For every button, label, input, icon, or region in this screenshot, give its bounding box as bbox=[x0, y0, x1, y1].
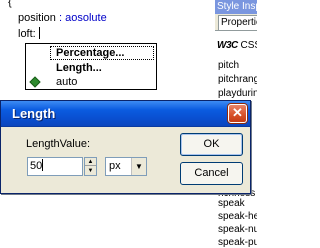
css-value-absolute: aosolute bbox=[65, 12, 107, 24]
spin-down-arrow-icon[interactable]: ▼ bbox=[85, 167, 96, 175]
suggest-item-length[interactable]: Length... bbox=[56, 61, 102, 75]
intellisense-dropdown[interactable]: Percentage... Length... auto bbox=[25, 43, 157, 90]
inspector-row-playduring[interactable]: playduring bbox=[218, 88, 257, 99]
length-value-input[interactable]: 50 bbox=[27, 157, 83, 176]
w3c-logo-icon: W3C bbox=[217, 40, 238, 51]
spin-up-arrow-icon[interactable]: ▲ bbox=[85, 158, 96, 166]
code-line-brace: { bbox=[8, 0, 12, 8]
text-caret bbox=[38, 27, 40, 39]
inspector-row-pitchrange[interactable]: pitchrange bbox=[218, 74, 257, 85]
length-value-label: LengthValue: bbox=[26, 138, 91, 150]
cancel-button[interactable]: Cancel bbox=[180, 162, 243, 185]
close-icon: ✕ bbox=[232, 105, 243, 120]
inspector-header: W3C CSS Lev bbox=[217, 40, 257, 51]
code-line-left: loft: bbox=[18, 27, 40, 40]
inspector-row-pitch[interactable]: pitch bbox=[218, 60, 239, 71]
dialog-titlebar[interactable]: Length ✕ bbox=[1, 101, 250, 127]
value-diamond-icon bbox=[29, 76, 41, 88]
dialog-body: LengthValue: 50 ▲ ▼ px ▼ OK Cancel bbox=[1, 128, 250, 194]
inspector-row-speak[interactable]: speak bbox=[218, 198, 245, 209]
css-level-label: CSS Lev bbox=[240, 40, 257, 51]
dialog-title: Length bbox=[12, 106, 56, 121]
inspector-row-speak-numeral[interactable]: speak-num bbox=[218, 224, 257, 235]
length-value-spinner[interactable]: ▲ ▼ bbox=[84, 157, 97, 176]
input-caret bbox=[42, 159, 44, 171]
length-value-text: 50 bbox=[30, 160, 43, 172]
inspector-row-speak-header[interactable]: speak-head bbox=[218, 211, 257, 222]
css-property-position: position bbox=[18, 12, 56, 24]
close-button[interactable]: ✕ bbox=[228, 104, 247, 123]
length-dialog: Length ✕ LengthValue: 50 ▲ ▼ px ▼ OK Can… bbox=[0, 100, 251, 194]
suggest-item-percentage[interactable]: Percentage... bbox=[56, 46, 124, 60]
inspector-row-speak-punctuation[interactable]: speak-pun bbox=[218, 237, 257, 248]
suggest-item-auto[interactable]: auto bbox=[56, 75, 77, 89]
unit-select-value: px bbox=[109, 160, 121, 172]
tab-properties[interactable]: Properties bbox=[218, 15, 257, 30]
code-line-position: position : aosolute bbox=[18, 12, 107, 24]
ok-button[interactable]: OK bbox=[180, 133, 243, 156]
inspector-title: Style Inspec bbox=[215, 0, 257, 14]
unit-select[interactable]: px ▼ bbox=[105, 157, 147, 176]
chevron-down-icon[interactable]: ▼ bbox=[131, 158, 146, 175]
css-property-left: loft: bbox=[18, 28, 36, 40]
